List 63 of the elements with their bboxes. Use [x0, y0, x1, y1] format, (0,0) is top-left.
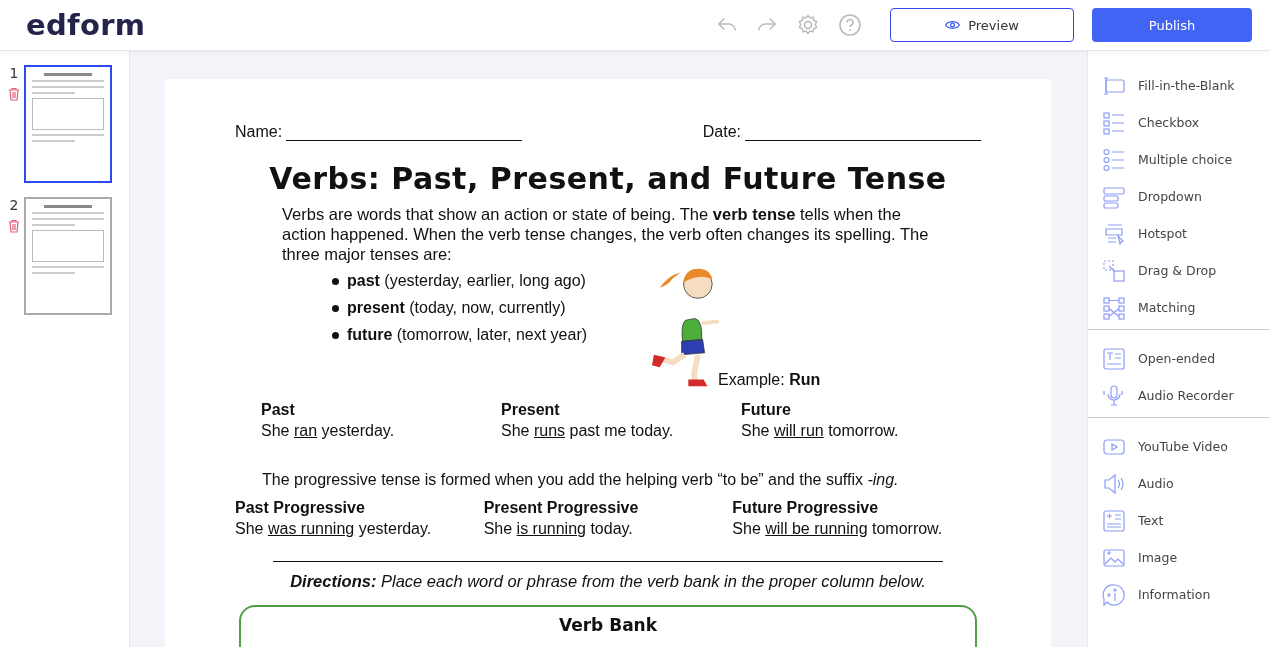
edform-logo: edform [26, 8, 146, 42]
example-sentence: She will be running tomorrow. [732, 519, 944, 539]
eye-icon [945, 20, 961, 30]
hotspot-icon [1102, 221, 1126, 246]
page-number: 2 [9, 197, 19, 213]
checkbox-icon [1102, 110, 1126, 135]
settings-icon[interactable] [796, 13, 820, 37]
text-icon [1102, 508, 1126, 533]
mic-icon [1102, 383, 1126, 408]
publish-button[interactable]: Publish [1092, 8, 1252, 42]
example-sentence: She ran yesterday. [261, 421, 396, 441]
matching-icon [1102, 295, 1126, 320]
verb-bank-title: Verb Bank [558, 615, 658, 637]
bullet-icon [332, 277, 339, 285]
question-type-item[interactable]: Multiple choice [1088, 141, 1270, 178]
dropdown-icon [1102, 184, 1126, 209]
page-number: 1 [9, 65, 19, 81]
question-type-item[interactable]: Fill-in-the-Blank [1088, 67, 1270, 104]
open-icon [1102, 346, 1126, 371]
preview-button[interactable]: Preview [890, 8, 1074, 42]
question-type-item[interactable]: Audio [1088, 465, 1270, 502]
radio-icon [1102, 147, 1126, 172]
tense-heading: Past Progressive [235, 498, 366, 518]
page-thumbnail[interactable] [24, 197, 112, 315]
question-type-item[interactable]: Text [1088, 502, 1270, 539]
bullet-icon [332, 304, 339, 312]
progressive-note: The progressive tense is formed when you add the helping verb “to be” and the suffix -ing. [262, 471, 900, 489]
question-type-item[interactable]: Dropdown [1088, 178, 1270, 215]
tense-heading: Future [741, 400, 792, 420]
example-sentence: She will run tomorrow. [741, 421, 900, 441]
page-thumbnail[interactable] [24, 65, 112, 183]
question-type-item[interactable]: Audio Recorder [1088, 377, 1270, 414]
intro-paragraph: Verbs are words that show an action or state of being. The verb tense tells when the action happened. When the verb tense changes, the verb often changes its spelling. The three major tenses are: [282, 204, 930, 264]
audio-icon [1102, 471, 1126, 496]
trash-icon[interactable] [8, 87, 20, 101]
trash-icon[interactable] [8, 219, 20, 233]
question-type-item[interactable]: YouTube Video [1088, 428, 1270, 465]
tense-item: past (yesterday, earlier, long ago) [347, 272, 586, 290]
question-type-item[interactable]: Hotspot [1088, 215, 1270, 252]
directions-text: Directions: Place each word or phrase from the verb bank in the proper column below. [289, 572, 927, 591]
drag-icon [1102, 258, 1126, 283]
question-type-item[interactable]: Open-ended [1088, 340, 1270, 377]
info-icon [1102, 582, 1126, 607]
example-sentence: She was running yesterday. [235, 519, 433, 539]
name-label: Name: [235, 123, 283, 141]
bullet-icon [332, 331, 339, 339]
help-icon[interactable] [838, 13, 862, 37]
tense-heading: Present Progressive [483, 498, 640, 518]
question-type-item[interactable]: Drag & Drop [1088, 252, 1270, 289]
question-type-item[interactable]: Information [1088, 576, 1270, 613]
tense-heading: Past [261, 400, 296, 420]
question-type-item[interactable]: Matching [1088, 289, 1270, 326]
question-type-item[interactable]: Checkbox [1088, 104, 1270, 141]
tense-heading: Present [501, 400, 561, 420]
tense-heading: Future Progressive [732, 498, 880, 518]
tense-item: present (today, now, currently) [347, 299, 566, 317]
example-sentence: She runs past me today. [501, 421, 675, 441]
question-type-item[interactable]: Image [1088, 539, 1270, 576]
date-label: Date: [702, 123, 741, 141]
tense-item: future (tomorrow, later, next year) [347, 326, 588, 344]
worksheet-title: Verbs: Past, Present, and Future Tense [268, 161, 948, 196]
example-sentence: She is running today. [483, 519, 634, 539]
example-text: Example: Run [718, 371, 821, 389]
